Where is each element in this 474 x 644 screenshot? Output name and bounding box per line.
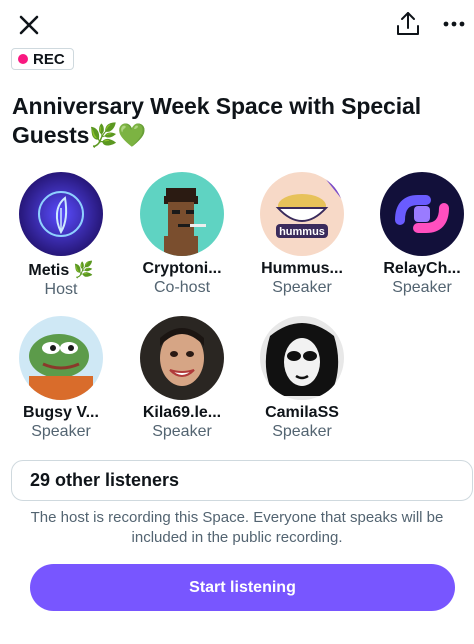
participant-role: Speaker (392, 279, 452, 296)
participant-cryptoni[interactable]: Cryptoni... Co-host (127, 172, 237, 297)
pepe-frog-avatar (19, 316, 103, 400)
participant-role: Speaker (31, 423, 91, 440)
pixel-punk-avatar (140, 172, 224, 256)
man-photo-avatar (140, 316, 224, 400)
participant-hummus[interactable]: hummus Hummus... Speaker (247, 172, 357, 297)
svg-text:hummus: hummus (279, 226, 325, 238)
more-icon[interactable] (440, 8, 468, 40)
share-icon[interactable] (392, 8, 424, 40)
participant-name: Cryptoni... (142, 260, 222, 277)
participant-bugsy[interactable]: Bugsy V... Speaker (6, 316, 116, 441)
listeners-label: 29 other listeners (30, 470, 180, 490)
participant-role: Co-host (153, 279, 211, 296)
rec-label: REC (33, 50, 65, 68)
participant-relaych[interactable]: RelayCh... Speaker (367, 172, 474, 297)
space-title: Anniversary Week Space with Special Gues… (12, 93, 421, 148)
participant-role: Speaker (152, 423, 212, 440)
start-listening-button[interactable]: Start listening (30, 564, 455, 611)
hummus-bowl-avatar: hummus (260, 172, 344, 256)
rec-badge: REC (11, 48, 74, 70)
participant-role: Host (44, 281, 78, 298)
top-bar (0, 0, 474, 48)
participant-name: Hummus... (261, 260, 343, 277)
participant-name: CamilaSS (265, 404, 339, 421)
participant-metis[interactable]: Metis 🌿 Host (6, 172, 116, 299)
participant-name: Kila69.le... (142, 404, 222, 421)
participant-role: Speaker (272, 279, 332, 296)
participant-camilass[interactable]: CamilaSS Speaker (247, 316, 357, 441)
woman-sketch-avatar (260, 316, 344, 400)
recording-dot-icon (18, 54, 28, 64)
listeners-count[interactable]: 29 other listeners (11, 460, 473, 501)
metis-logo-avatar (19, 172, 103, 256)
participant-name: Metis 🌿 (28, 262, 94, 279)
close-icon[interactable] (14, 10, 44, 40)
recording-notice: The host is recording this Space. Everyo… (30, 509, 444, 546)
participant-kila69[interactable]: Kila69.le... Speaker (127, 316, 237, 441)
participant-name: Bugsy V... (23, 404, 99, 421)
participant-role: Speaker (272, 423, 332, 440)
participant-name: RelayCh... (383, 260, 461, 277)
relay-logo-avatar (380, 172, 464, 256)
